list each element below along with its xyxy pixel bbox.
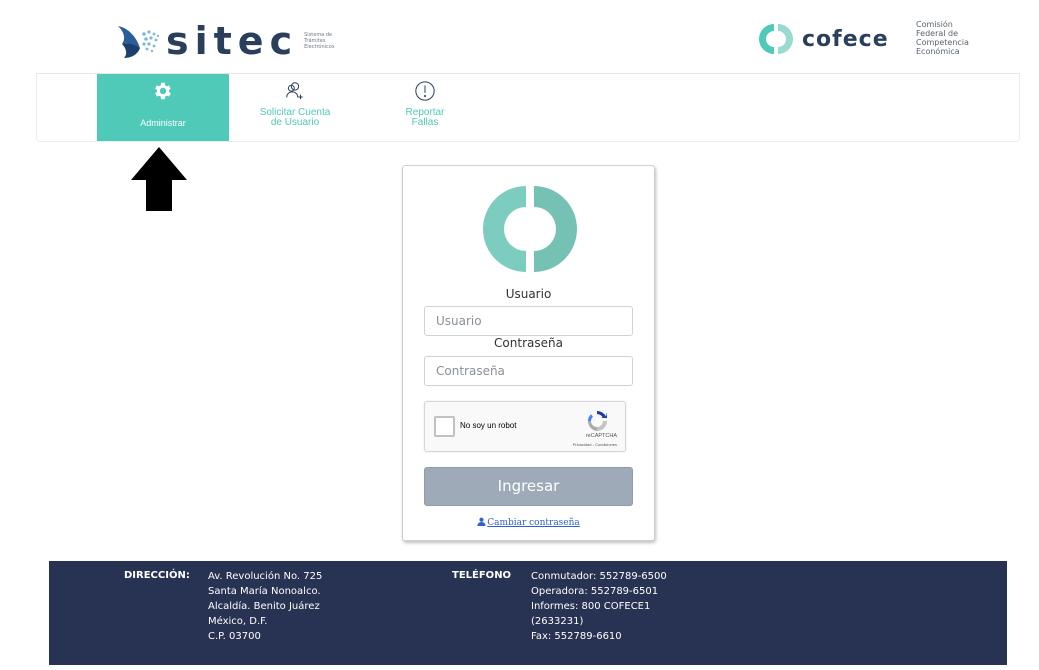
telefono-line: Conmutador: 552789-6500 bbox=[531, 571, 667, 582]
alert-circle-icon bbox=[415, 81, 435, 101]
telefono-lines: Conmutador: 552789-6500 Operadora: 55278… bbox=[531, 569, 667, 644]
direccion-lines: Av. Revolución No. 725 Santa María Nonoa… bbox=[208, 569, 322, 644]
telefono-line: Operadora: 552789-6501 bbox=[531, 586, 659, 597]
gear-icon bbox=[155, 82, 171, 100]
recaptcha-text: No soy un robot bbox=[460, 421, 517, 430]
telefono-line: Informes: 800 COFECE1 bbox=[531, 601, 651, 612]
login-card: Usuario Contraseña No soy un robot reCAP… bbox=[402, 165, 655, 541]
usuario-label: Usuario bbox=[505, 287, 552, 301]
cofece-large-logo-icon bbox=[483, 186, 577, 272]
direccion-line: México, D.F. bbox=[208, 616, 268, 627]
nav-item-solicitar-cuenta[interactable]: Solicitar Cuenta de Usuario bbox=[229, 74, 361, 141]
cofece-mark-icon bbox=[759, 24, 793, 54]
nav-label: Reportar Fallas bbox=[405, 107, 445, 128]
usuario-input[interactable] bbox=[424, 306, 633, 336]
footer: DIRECCIÓN: Av. Revolución No. 725 Santa … bbox=[49, 561, 1007, 665]
cambiar-contrasena-link[interactable]: Cambiar contraseña bbox=[403, 517, 654, 528]
cofece-subtitle: Comisión Federal de Competencia Económic… bbox=[916, 20, 969, 56]
add-user-icon bbox=[286, 82, 303, 100]
nav-item-reportar-fallas[interactable]: Reportar Fallas bbox=[359, 74, 491, 141]
telefono-line: Fax: 552789-6610 bbox=[531, 631, 622, 642]
recaptcha-widget: No soy un robot reCAPTCHA Privacidad - C… bbox=[424, 401, 626, 452]
direccion-line: Av. Revolución No. 725 bbox=[208, 571, 323, 582]
cambiar-contrasena-text: Cambiar contraseña bbox=[487, 518, 580, 528]
cofece-sub-line: Competencia bbox=[916, 38, 969, 47]
cofece-logo: cofece bbox=[758, 22, 889, 56]
recaptcha-links[interactable]: Privacidad - Condiciones bbox=[573, 442, 617, 447]
cofece-sub-line: Económica bbox=[916, 47, 960, 56]
cofece-sub-line: Comisión bbox=[916, 20, 953, 29]
up-arrow-icon bbox=[131, 147, 187, 211]
main-nav: Administrar Solicitar Cuenta de Usuario … bbox=[36, 74, 1020, 142]
telefono-heading: TELÉFONO bbox=[452, 570, 512, 581]
sitec-wordmark: sitec bbox=[166, 19, 299, 63]
nav-label: Solicitar Cuenta de Usuario bbox=[259, 107, 331, 128]
user-icon bbox=[477, 517, 486, 526]
sitec-subtitle: Sistema de Trámites Electrónicos bbox=[304, 32, 354, 50]
recaptcha-checkbox[interactable] bbox=[434, 416, 455, 437]
telefono-line: (2633231) bbox=[531, 616, 584, 627]
recaptcha-brand: reCAPTCHA bbox=[585, 433, 617, 439]
direccion-heading: DIRECCIÓN: bbox=[124, 570, 190, 581]
header: sitec Sistema de Trámites Electrónicos c… bbox=[36, 8, 1020, 74]
ingresar-button[interactable]: Ingresar bbox=[424, 467, 633, 506]
contrasena-label: Contraseña bbox=[494, 336, 563, 350]
direccion-line: C.P. 03700 bbox=[208, 631, 261, 642]
sitec-bird-icon bbox=[118, 26, 160, 58]
direccion-line: Santa María Nonoalco. bbox=[208, 586, 321, 597]
page: sitec Sistema de Trámites Electrónicos c… bbox=[0, 0, 1039, 670]
nav-item-administrar[interactable]: Administrar bbox=[97, 74, 229, 141]
sitec-sub-line: Electrónicos bbox=[304, 44, 335, 50]
recaptcha-icon bbox=[587, 410, 607, 431]
direccion-line: Alcaldía. Benito Juárez bbox=[208, 601, 320, 612]
sitec-logo: sitec Sistema de Trámites Electrónicos bbox=[114, 20, 354, 62]
nav-label: Administrar bbox=[140, 118, 186, 128]
cofece-sub-line: Federal de bbox=[916, 29, 959, 38]
contrasena-input[interactable] bbox=[424, 356, 633, 386]
cofece-wordmark: cofece bbox=[802, 26, 889, 52]
